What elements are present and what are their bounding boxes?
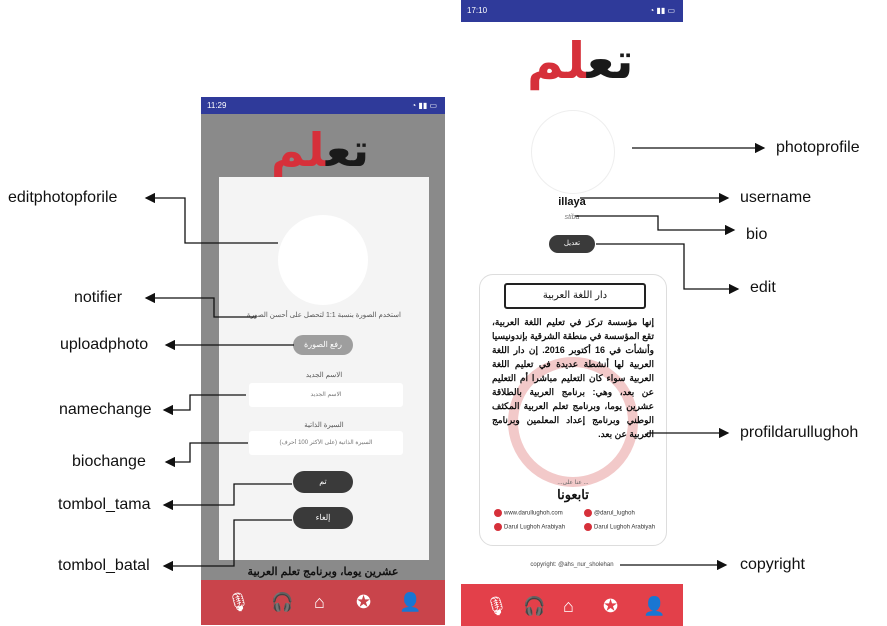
label-tombol-tama: tombol_tama (58, 496, 151, 513)
label-copyright: copyright (740, 556, 805, 573)
user-icon[interactable]: 👤 (399, 592, 421, 613)
status-icons: ◔ ▮▮ ▭ (411, 101, 437, 110)
mic-icon[interactable]: 🎙 (227, 592, 250, 613)
headphones-icon[interactable]: 🎧 (523, 596, 545, 617)
user-icon[interactable]: 👤 (643, 596, 665, 617)
card-banner: دار اللغة العربية (504, 283, 646, 309)
label-profildarullughoh: profildarullughoh (740, 424, 859, 441)
mic-icon[interactable]: 🎙 (485, 596, 508, 617)
cancel-button[interactable]: إلغاء (293, 507, 353, 529)
username-text: illaya (558, 196, 586, 208)
label-edit: edit (750, 279, 776, 296)
name-label: الاسم الجديد (305, 372, 343, 379)
label-photoprofile: photoprofile (776, 139, 860, 156)
profile-darullughoh-card: دار اللغة العربية إنها مؤسسة تركز في تعل… (479, 274, 667, 546)
label-tombol-batal: tombol_batal (58, 557, 150, 574)
status-time: 11:29 (207, 101, 227, 110)
edit-button[interactable]: تعديل (549, 235, 595, 253)
award-icon[interactable]: ✪ (603, 596, 618, 617)
social-instagram[interactable]: @darul_lughoh (584, 509, 635, 517)
bio-label: السيرة الذاتية (304, 422, 344, 429)
social-facebook[interactable]: Darul Lughoh Arabiyah (584, 523, 655, 531)
follow-title: تابعونا (557, 487, 589, 502)
edit-photo-profile[interactable] (278, 215, 368, 305)
home-icon[interactable]: ⌂ (314, 592, 325, 613)
award-icon[interactable]: ✪ (356, 592, 371, 613)
facebook-icon (584, 523, 592, 531)
app-logo: تعلم (271, 123, 371, 177)
edit-profile-modal: استخدم الصورة بنسبة 1:1 لتحصل على أحسن ا… (219, 177, 429, 560)
copyright-text: copyright: @ahs_nur_sholehan (530, 562, 614, 568)
instagram-icon (584, 509, 592, 517)
status-bar: 17:10 ◔ ▮▮ ▭ (461, 0, 683, 22)
phone-profile: 17:10 ◔ ▮▮ ▭ تعلم illaya stiba تعديل دار… (461, 0, 683, 626)
globe-icon (494, 509, 502, 517)
phone-edit-profile: 11:29 ◔ ▮▮ ▭ تعلم استخدم الصورة بنسبة 1:… (201, 97, 445, 625)
app-logo: تعلم (527, 32, 636, 90)
label-bio: bio (746, 226, 768, 243)
bio-text: stiba (564, 214, 580, 221)
status-icons: ◔ ▮▮ ▭ (649, 6, 675, 15)
footer-text: عشرين يوما، وبرنامج تعلم العربية (247, 566, 399, 578)
name-change-input[interactable] (249, 383, 403, 407)
home-icon[interactable]: ⌂ (563, 596, 574, 617)
label-biochange: biochange (72, 453, 146, 470)
label-namechange: namechange (59, 401, 152, 418)
headphones-icon[interactable]: 🎧 (271, 592, 293, 613)
label-uploadphoto: uploadphoto (60, 336, 149, 353)
upload-photo-button[interactable]: رفع الصورة (293, 335, 353, 355)
youtube-icon (494, 523, 502, 531)
label-username: username (740, 189, 812, 206)
card-paragraph: إنها مؤسسة تركز في تعليم اللغة العربية، … (492, 317, 655, 439)
notifier-text: استخدم الصورة بنسبة 1:1 لتحصل على أحسن ا… (247, 312, 401, 319)
label-notifier: notifier (74, 289, 123, 306)
bottom-nav: 🎙 🎧 ⌂ ✪ 👤 (461, 584, 683, 626)
photo-profile (531, 110, 615, 194)
status-bar: 11:29 ◔ ▮▮ ▭ (201, 97, 445, 114)
label-editphotoprofile: editphotopforile (8, 189, 118, 206)
status-time: 17:10 (467, 6, 488, 15)
social-website[interactable]: www.darullughoh.com (494, 509, 563, 517)
bio-change-input[interactable] (249, 431, 403, 455)
ok-button[interactable]: تم (293, 471, 353, 493)
social-youtube[interactable]: Darul Lughoh Arabiyah (494, 523, 565, 531)
follow-small: ...عنا على ... (557, 480, 589, 486)
bottom-nav: 🎙 🎧 ⌂ ✪ 👤 (201, 580, 445, 625)
